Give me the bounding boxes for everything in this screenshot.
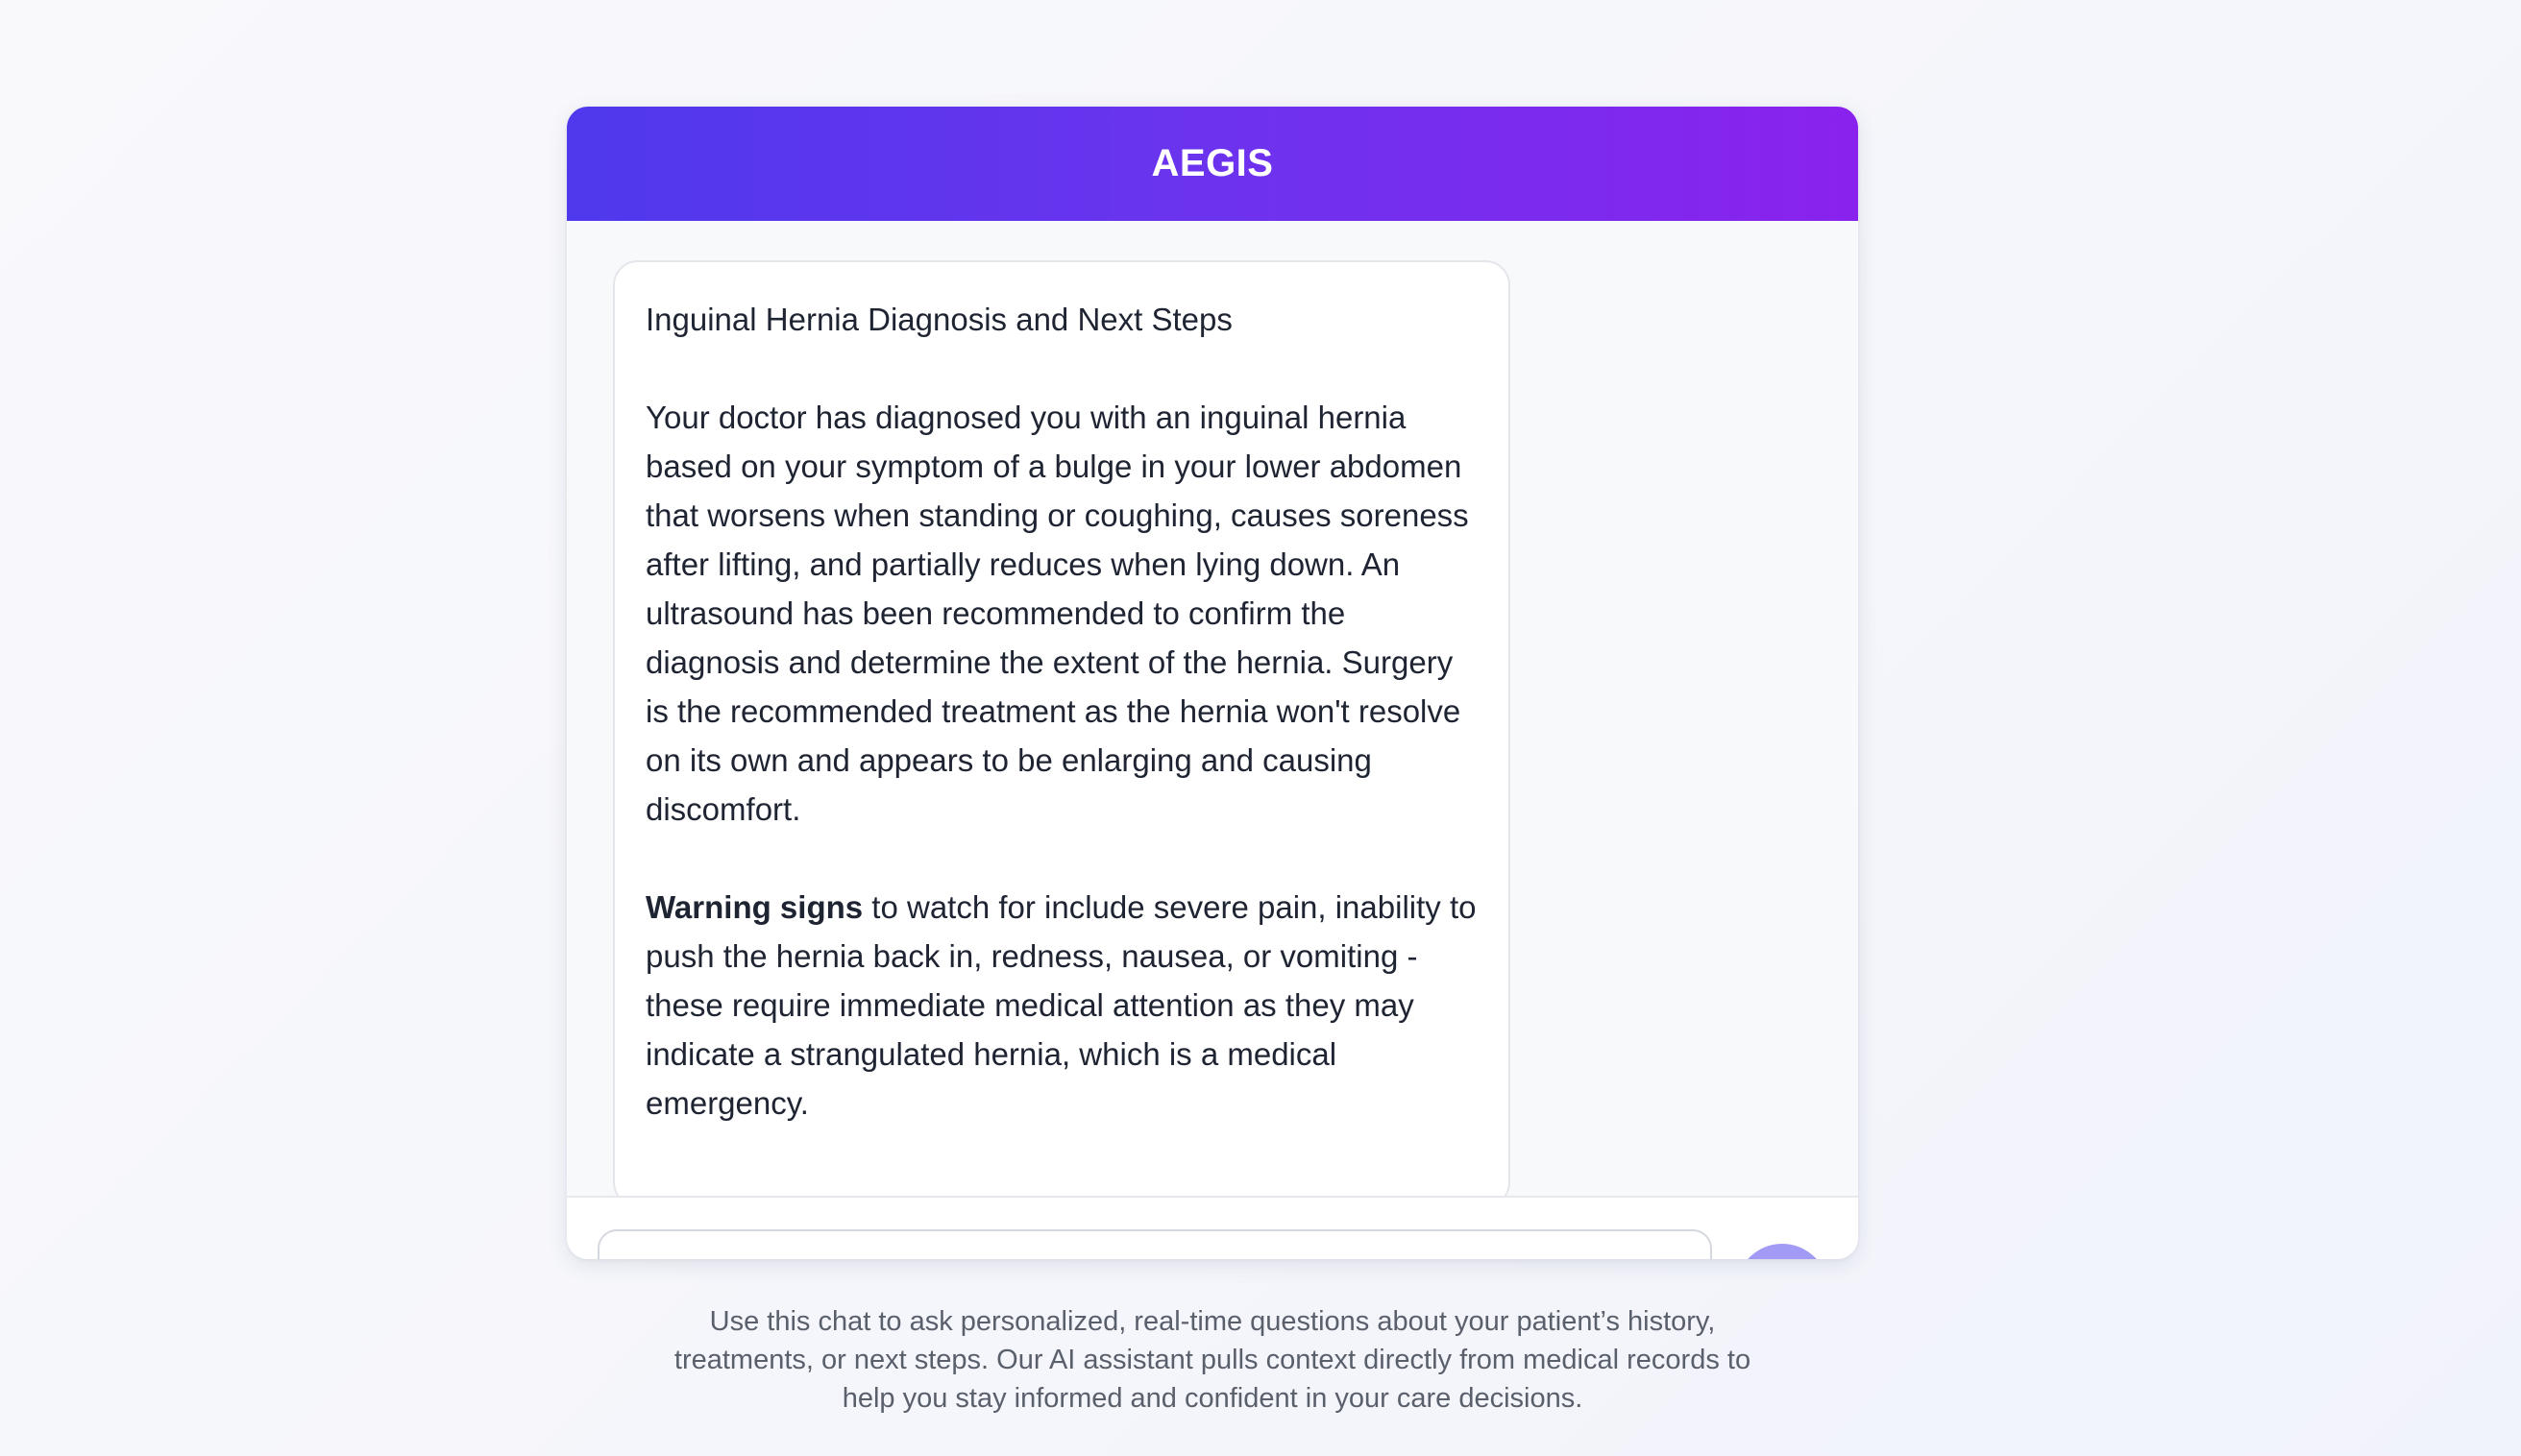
message-title: Inguinal Hernia Diagnosis and Next Steps [646,302,1233,337]
chat-input[interactable] [598,1229,1712,1259]
messages-area[interactable]: Inguinal Hernia Diagnosis and Next Steps… [567,221,1858,1196]
warning-signs-label: Warning signs [646,889,864,925]
assistant-message: Inguinal Hernia Diagnosis and Next Steps… [613,260,1510,1196]
app-title: AEGIS [1151,142,1274,184]
chat-header: AEGIS [567,107,1858,221]
footer-description: Use this chat to ask personalized, real-… [673,1306,1751,1414]
message-paragraph: Your doctor has diagnosed you with an in… [646,400,1469,827]
send-button[interactable] [1736,1244,1828,1259]
chat-window: AEGIS Inguinal Hernia Diagnosis and Next… [567,107,1858,1259]
input-bar [567,1196,1858,1259]
message-warning-paragraph: Warning signs to watch for include sever… [646,883,1478,1128]
